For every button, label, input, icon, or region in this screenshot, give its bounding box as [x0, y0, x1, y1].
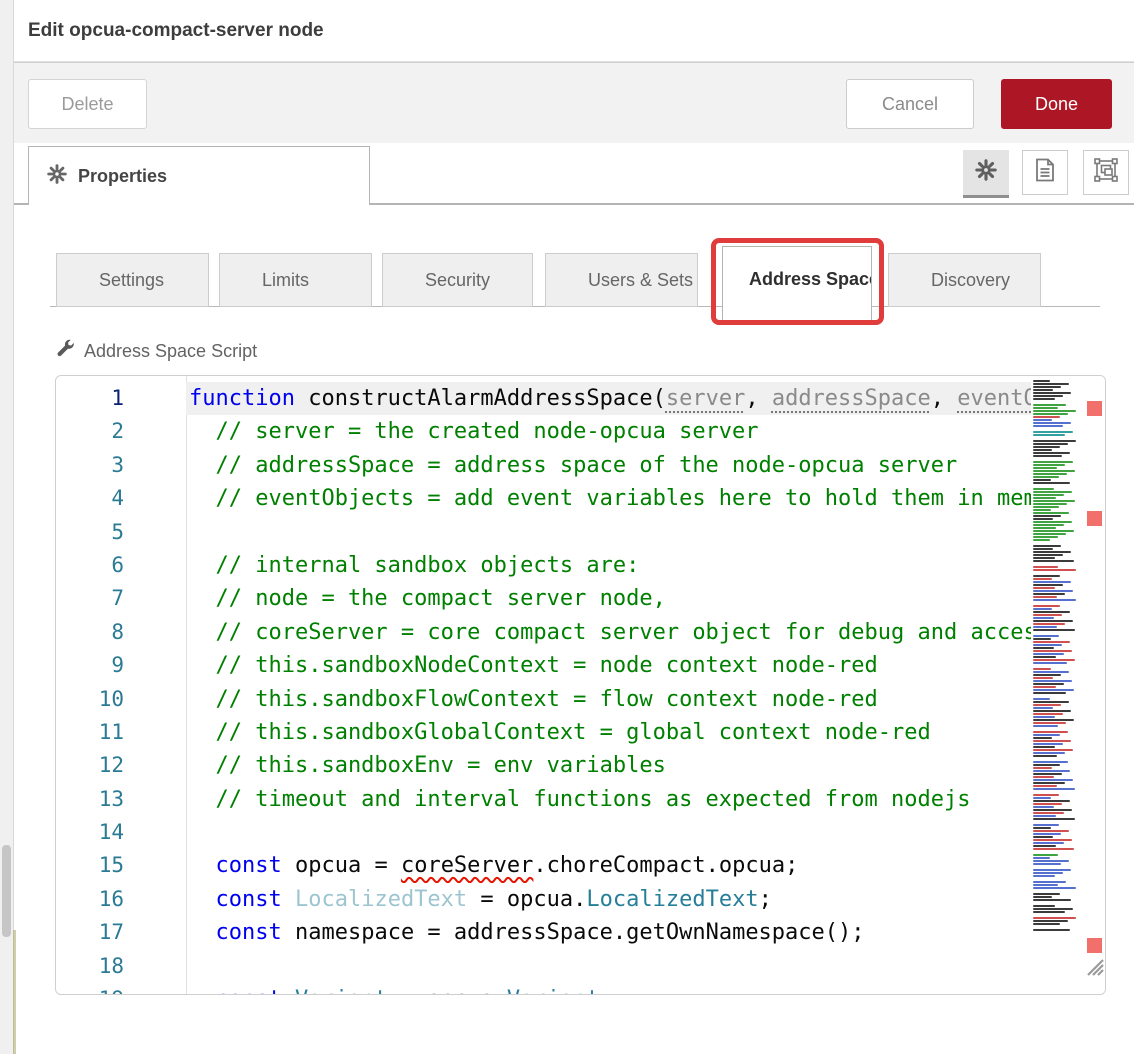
edit-description-button[interactable] [1022, 150, 1068, 195]
tab-label: Discovery [889, 270, 1010, 291]
tab-label: Settings [57, 270, 164, 291]
cancel-button[interactable]: Cancel [846, 79, 974, 129]
line-number: 14 [56, 816, 186, 849]
tab-label: Limits [220, 270, 309, 291]
background-edge [13, 930, 16, 1054]
code-lines: 1function constructAlarmAddressSpace(ser… [56, 382, 1105, 995]
code-line[interactable]: 9 // this.sandboxNodeContext = node cont… [56, 649, 1105, 682]
line-number: 8 [56, 616, 186, 649]
line-number: 13 [56, 783, 186, 816]
tab-security[interactable]: Security [382, 253, 533, 307]
line-number: 9 [56, 649, 186, 682]
code-line[interactable]: 11 // this.sandboxGlobalContext = global… [56, 716, 1105, 749]
dialog-toolbar: Delete Cancel Done [14, 62, 1134, 145]
line-number: 18 [56, 950, 186, 983]
tab-limits[interactable]: Limits [219, 253, 372, 307]
code-line[interactable]: 16 const LocalizedText = opcua.Localized… [56, 883, 1105, 916]
properties-tab-label: Properties [78, 166, 167, 187]
page-scrollbar-thumb[interactable] [2, 845, 11, 937]
gear-icon [975, 159, 997, 186]
code-line[interactable]: 4 // eventObjects = add event variables … [56, 482, 1105, 515]
code-text: // addressSpace = address space of the n… [186, 449, 1034, 482]
code-line[interactable]: 2 // server = the created node-opcua ser… [56, 415, 1105, 448]
line-number: 3 [56, 449, 186, 482]
line-number: 15 [56, 849, 186, 882]
edit-node-dialog: Edit opcua-compact-server node Delete Ca… [0, 0, 1134, 1054]
code-text: // server = the created node-opcua serve… [186, 415, 1034, 448]
delete-button[interactable]: Delete [28, 79, 147, 129]
error-marker[interactable] [1087, 938, 1102, 953]
code-text: // coreServer = core compact server obje… [186, 616, 1034, 649]
resize-grip[interactable] [1084, 956, 1104, 976]
code-line[interactable]: 12 // this.sandboxEnv = env variables [56, 749, 1105, 782]
code-line[interactable]: 6 // internal sandbox objects are: [56, 549, 1105, 582]
code-editor[interactable]: 1function constructAlarmAddressSpace(ser… [55, 375, 1106, 995]
dialog-header: Edit opcua-compact-server node [14, 0, 1134, 62]
done-button[interactable]: Done [1001, 79, 1112, 129]
overview-ruler [1081, 376, 1105, 994]
line-number: 17 [56, 916, 186, 949]
code-text: const Variant = opcua.Variant; [186, 983, 1034, 995]
line-number: 12 [56, 749, 186, 782]
tab-address-space[interactable]: Address Space [722, 246, 872, 322]
node-appearance-button[interactable] [1083, 150, 1129, 195]
section-label: Address Space Script [55, 338, 257, 364]
error-marker[interactable] [1087, 511, 1102, 526]
edit-properties-button[interactable] [963, 150, 1009, 195]
code-text: // eventObjects = add event variables he… [186, 482, 1034, 515]
code-line[interactable]: 10 // this.sandboxFlowContext = flow con… [56, 683, 1105, 716]
tab-label: Security [383, 270, 490, 291]
tab-label: Users & Sets [546, 270, 693, 291]
code-text: // this.sandboxNodeContext = node contex… [186, 649, 1034, 682]
section-label-text: Address Space Script [84, 341, 257, 362]
code-text: const LocalizedText = opcua.LocalizedTex… [186, 883, 1034, 916]
tab-settings[interactable]: Settings [56, 253, 209, 307]
wrench-icon [55, 338, 76, 364]
code-line[interactable]: 17 const namespace = addressSpace.getOwn… [56, 916, 1105, 949]
line-number: 5 [56, 516, 186, 549]
code-text: function constructAlarmAddressSpace(serv… [186, 382, 1034, 415]
code-text: const opcua = coreServer.choreCompact.op… [186, 849, 1034, 882]
error-marker[interactable] [1087, 401, 1102, 416]
tab-discovery[interactable]: Discovery [888, 253, 1041, 307]
page-scrollbar[interactable] [0, 0, 14, 1054]
code-line[interactable]: 3 // addressSpace = address space of the… [56, 449, 1105, 482]
code-line[interactable]: 18 [56, 950, 1105, 983]
code-text: const namespace = addressSpace.getOwnNam… [186, 916, 1034, 949]
appearance-icon [1094, 158, 1118, 187]
doc-icon [1034, 158, 1056, 187]
code-line[interactable]: 15 const opcua = coreServer.choreCompact… [56, 849, 1105, 882]
code-line[interactable]: 1function constructAlarmAddressSpace(ser… [56, 382, 1105, 415]
line-number: 4 [56, 482, 186, 515]
code-line[interactable]: 7 // node = the compact server node, [56, 582, 1105, 615]
line-number: 10 [56, 683, 186, 716]
line-number: 11 [56, 716, 186, 749]
gear-icon [47, 164, 67, 189]
code-text: // this.sandboxFlowContext = flow contex… [186, 683, 1034, 716]
line-number: 7 [56, 582, 186, 615]
line-number: 1 [56, 382, 186, 415]
code-line[interactable]: 8 // coreServer = core compact server ob… [56, 616, 1105, 649]
code-line[interactable]: 13 // timeout and interval functions as … [56, 783, 1105, 816]
code-line[interactable]: 14 [56, 816, 1105, 849]
code-text: // this.sandboxGlobalContext = global co… [186, 716, 1034, 749]
minimap[interactable] [1031, 380, 1081, 936]
dialog-title: Edit opcua-compact-server node [28, 0, 324, 61]
code-text: // node = the compact server node, [186, 582, 1034, 615]
properties-header-row: Properties [14, 143, 1134, 205]
line-number: 16 [56, 883, 186, 916]
code-line[interactable]: 5 [56, 516, 1105, 549]
code-text: // timeout and interval functions as exp… [186, 783, 1034, 816]
code-line[interactable]: 19 const Variant = opcua.Variant; [56, 983, 1105, 995]
code-text: // this.sandboxEnv = env variables [186, 749, 1034, 782]
line-number: 19 [56, 983, 186, 995]
line-number: 6 [56, 549, 186, 582]
tab-users-sets[interactable]: Users & Sets [545, 253, 698, 307]
tab-properties[interactable]: Properties [28, 146, 370, 205]
line-number: 2 [56, 415, 186, 448]
active-icon-underline [963, 195, 1009, 198]
code-text: // internal sandbox objects are: [186, 549, 1034, 582]
tab-label: Address Space [723, 247, 872, 290]
